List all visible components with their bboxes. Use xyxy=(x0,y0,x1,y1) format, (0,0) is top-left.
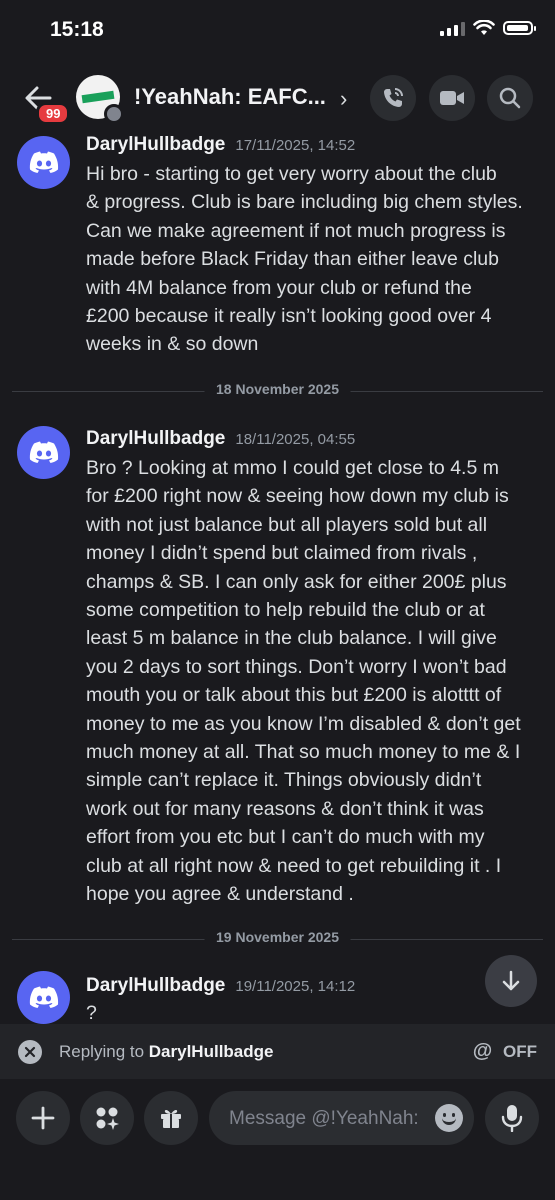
wifi-icon xyxy=(473,20,495,35)
gift-button[interactable] xyxy=(144,1091,198,1145)
phone-icon xyxy=(384,88,403,107)
apps-button[interactable] xyxy=(80,1091,134,1145)
discord-logo-icon xyxy=(29,986,58,1008)
message-line: money I didn’t spend but claimed from ri… xyxy=(86,542,478,565)
message-line: mouth you or talk about this but £200 is… xyxy=(86,684,502,707)
video-call-button[interactable] xyxy=(429,75,475,121)
mention-toggle-label: OFF xyxy=(503,1042,537,1061)
avatar[interactable] xyxy=(17,426,70,479)
status-icons xyxy=(440,20,536,36)
emoji-icon[interactable] xyxy=(435,1104,463,1132)
search-icon xyxy=(499,87,521,109)
battery-icon xyxy=(503,21,536,35)
channel-title[interactable]: !YeahNah: EAFC... xyxy=(134,84,326,110)
message-line: £200 because it really isn’t looking goo… xyxy=(86,305,492,328)
discord-logo-icon xyxy=(29,151,58,173)
video-icon xyxy=(440,91,464,105)
date-divider-label: 19 November 2025 xyxy=(204,929,351,945)
date-divider: 19 November 2025 xyxy=(12,929,543,949)
reply-prefix: Replying to xyxy=(59,1042,149,1061)
message-content: Bro ? Looking at mmo I could get close t… xyxy=(86,454,539,909)
attach-button[interactable] xyxy=(16,1091,70,1145)
message-line: some competition to help rebuild the clu… xyxy=(86,599,485,622)
date-divider-label: 18 November 2025 xyxy=(204,381,351,397)
apps-icon xyxy=(96,1107,119,1130)
microphone-icon xyxy=(501,1105,523,1132)
discord-logo-icon xyxy=(29,441,58,463)
message-input[interactable] xyxy=(227,1091,421,1147)
chevron-right-icon[interactable]: › xyxy=(340,86,347,112)
reply-bar: Replying to DarylHullbadge @ OFF xyxy=(0,1024,555,1079)
jump-to-present-button[interactable] xyxy=(485,955,537,1007)
date-divider: 18 November 2025 xyxy=(12,381,543,401)
message-composer xyxy=(0,1079,555,1200)
message-line: Bro ? Looking at mmo I could get close t… xyxy=(86,457,499,479)
message-line: effort from you etc but I can’t do much … xyxy=(86,826,485,849)
message-line: with 4M balance from your club or refund… xyxy=(86,276,472,299)
message-line: least 5 m balance in the club balance. I… xyxy=(86,627,497,650)
chat-header: 99 !YeahNah: EAFC... › xyxy=(0,62,555,132)
message-line: money to me as you know I’m disabled & d… xyxy=(86,712,521,735)
cellular-signal-icon xyxy=(440,20,465,36)
status-indicator xyxy=(104,104,124,124)
unread-badge: 99 xyxy=(36,102,71,125)
message-timestamp: 18/11/2025, 04:55 xyxy=(235,431,356,448)
message-line: with not just balance but all players so… xyxy=(86,513,488,536)
voice-message-button[interactable] xyxy=(485,1091,539,1145)
reply-label: Replying to DarylHullbadge xyxy=(59,1042,273,1062)
message-line: you 2 days to sort things. Don’t worry I… xyxy=(86,655,507,678)
avatar[interactable] xyxy=(17,971,70,1024)
message-line: champs & SB. I can only ask for either 2… xyxy=(86,570,507,593)
status-time: 15:18 xyxy=(50,18,104,41)
message-line: simple can’t replace it. Things obviousl… xyxy=(86,769,482,792)
message-line: club at all right now & need to get rebu… xyxy=(86,854,502,877)
message-content: Hi bro - starting to get very worry abou… xyxy=(86,160,539,359)
search-button[interactable] xyxy=(487,75,533,121)
message-line: made before Black Friday than either lea… xyxy=(86,248,499,271)
message-line: Hi bro - starting to get very worry abou… xyxy=(86,163,497,185)
at-icon: @ xyxy=(472,1040,493,1062)
status-bar: 15:18 xyxy=(0,0,555,62)
message-line: Can we make agreement if not much progre… xyxy=(86,219,506,242)
author-name: DarylHullbadge xyxy=(86,975,226,996)
message-line: & progress. Club is bare including big c… xyxy=(86,191,523,214)
cancel-reply-button[interactable] xyxy=(18,1040,42,1064)
message-line: much money at all. That so much money to… xyxy=(86,741,521,764)
reply-target: DarylHullbadge xyxy=(148,1042,274,1061)
message-line: weeks in & so down xyxy=(86,333,259,356)
arrow-down-icon xyxy=(502,970,520,991)
close-icon xyxy=(24,1046,36,1058)
voice-call-button[interactable] xyxy=(370,75,416,121)
author-name: DarylHullbadge xyxy=(86,428,226,449)
message-author[interactable]: DarylHullbadge 17/11/2025, 14:52 xyxy=(86,134,355,156)
message-author[interactable]: DarylHullbadge 18/11/2025, 04:55 xyxy=(86,428,355,450)
gift-icon xyxy=(161,1109,181,1128)
avatar[interactable] xyxy=(17,136,70,189)
message-line: for £200 right now & seeing how down my … xyxy=(86,485,509,508)
message-input-container xyxy=(209,1091,474,1147)
author-name: DarylHullbadge xyxy=(86,134,226,155)
message-line: work out for many reasons & don’t think … xyxy=(86,797,484,820)
message-line: hope you agree & understand . xyxy=(86,883,354,906)
message-author[interactable]: DarylHullbadge 19/11/2025, 14:12 xyxy=(86,975,355,997)
message-timestamp: 17/11/2025, 14:52 xyxy=(235,137,356,154)
plus-icon xyxy=(31,1106,55,1130)
message-timestamp: 19/11/2025, 14:12 xyxy=(235,978,356,995)
mention-toggle[interactable]: @ OFF xyxy=(473,1040,537,1063)
